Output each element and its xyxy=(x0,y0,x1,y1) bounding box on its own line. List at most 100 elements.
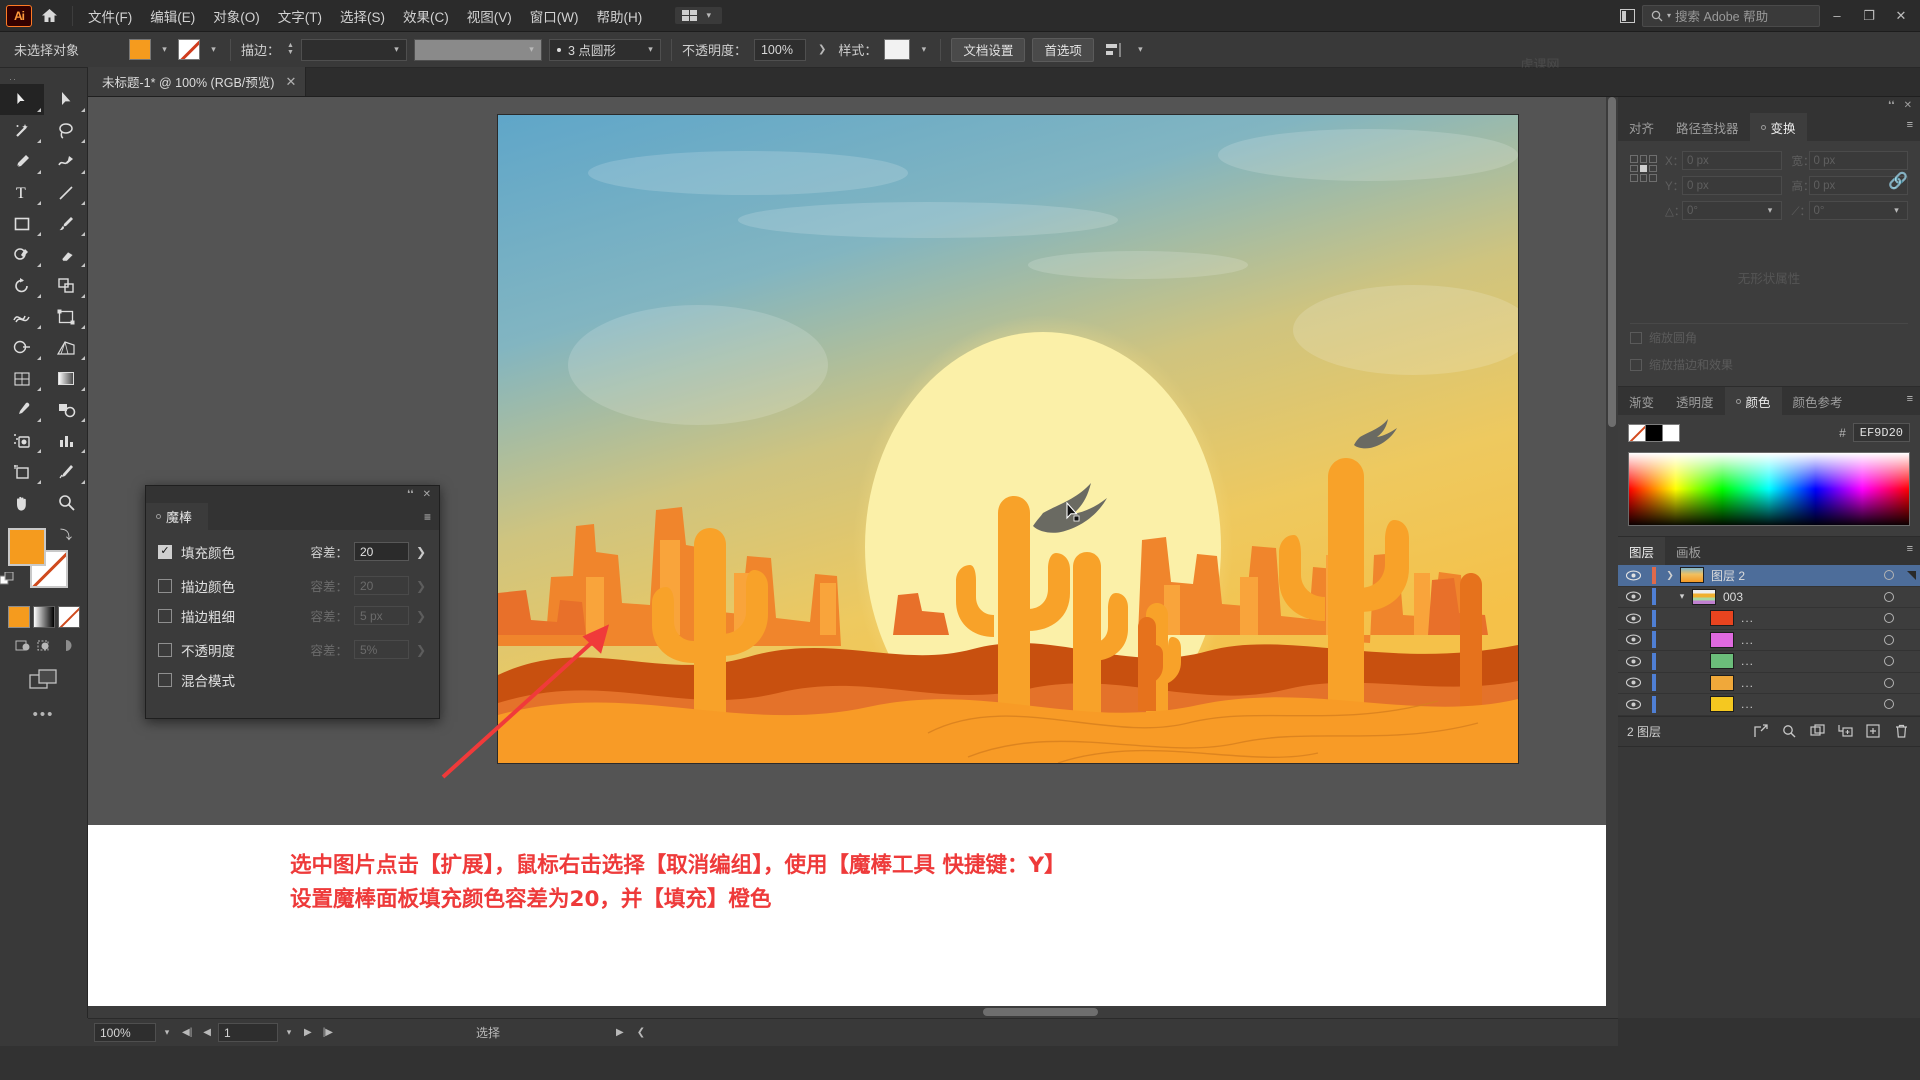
draw-inside-icon[interactable] xyxy=(59,638,73,656)
pen-tool[interactable] xyxy=(0,146,44,177)
rotate-tool[interactable] xyxy=(0,270,44,301)
wand-row-opacity[interactable]: 不透明度 容差： 5% ❯ xyxy=(158,636,427,663)
layer-name[interactable]: ... xyxy=(1741,611,1874,625)
visibility-eye-icon[interactable] xyxy=(1618,613,1648,624)
perspective-grid-tool[interactable] xyxy=(44,332,88,363)
lasso-tool[interactable] xyxy=(44,115,88,146)
visibility-eye-icon[interactable] xyxy=(1618,699,1648,710)
home-icon[interactable] xyxy=(32,0,66,32)
gradient-tool[interactable] xyxy=(44,363,88,394)
scale-corners-row[interactable]: 缩放圆角 xyxy=(1618,324,1920,351)
toolbar-fill-swatch[interactable] xyxy=(8,528,46,566)
scale-tool[interactable] xyxy=(44,270,88,301)
magic-wand-tool[interactable] xyxy=(0,115,44,146)
target-indicator[interactable] xyxy=(1874,656,1904,667)
layer-name[interactable]: ... xyxy=(1741,633,1874,647)
toolbar-drag-handle[interactable]: ·· xyxy=(0,74,87,84)
locate-object-icon[interactable] xyxy=(1748,719,1774,743)
fill-tolerance-flyout-icon[interactable]: ❯ xyxy=(415,545,427,559)
graphic-style-swatch[interactable] xyxy=(884,39,911,60)
tab-transparency[interactable]: 透明度 xyxy=(1665,387,1725,415)
target-indicator[interactable] xyxy=(1874,591,1904,602)
last-artboard-icon[interactable]: |▶ xyxy=(319,1027,337,1038)
transform-rotate-field[interactable]: △： 0° ▾ xyxy=(1665,201,1782,220)
column-graph-tool[interactable] xyxy=(44,425,88,456)
symbol-sprayer-tool[interactable] xyxy=(0,425,44,456)
target-indicator[interactable] xyxy=(1874,613,1904,624)
status-flyout-icon[interactable]: ▶ xyxy=(611,1027,629,1038)
artboard-chevron-down-icon[interactable]: ▾ xyxy=(281,1027,297,1038)
color-mode-button[interactable] xyxy=(7,606,30,628)
wand-row-fill-color[interactable]: ✓ 填充颜色 容差： 20 ❯ xyxy=(158,538,427,565)
draw-normal-icon[interactable] xyxy=(15,638,32,656)
menu-window[interactable]: 窗口(W) xyxy=(521,1,588,31)
none-swatch[interactable] xyxy=(1628,423,1646,442)
menu-view[interactable]: 视图(V) xyxy=(458,1,521,31)
transform-y-field[interactable]: Y： 0 px xyxy=(1665,176,1782,195)
search-layer-icon[interactable] xyxy=(1776,719,1802,743)
collapse-icon[interactable]: ❛❛ xyxy=(1888,100,1894,111)
next-artboard-icon[interactable]: ▶ xyxy=(300,1027,316,1038)
layer-name[interactable]: 图层 2 xyxy=(1711,567,1874,584)
tab-layers[interactable]: 图层 xyxy=(1618,537,1666,565)
draw-behind-icon[interactable] xyxy=(37,638,54,656)
opacity-input[interactable]: 100% xyxy=(753,38,806,61)
corner-style-dropdown[interactable]: 3 点圆形 ▾ xyxy=(548,38,661,61)
curvature-tool[interactable] xyxy=(44,146,88,177)
hand-tool[interactable] xyxy=(0,487,44,518)
tab-align[interactable]: 对齐 xyxy=(1618,113,1665,141)
stroke-weight-dropdown[interactable]: ▾ xyxy=(300,38,407,61)
screen-mode-icon[interactable] xyxy=(0,668,87,692)
fill-color-checkbox[interactable]: ✓ xyxy=(158,544,172,559)
width-tool[interactable] xyxy=(0,301,44,332)
vertical-scrollbar[interactable] xyxy=(1606,97,1618,1018)
visibility-eye-icon[interactable] xyxy=(1618,677,1648,688)
close-icon[interactable]: ✕ xyxy=(1904,100,1912,111)
tab-color-guide[interactable]: 颜色参考 xyxy=(1782,387,1854,415)
scale-strokes-row[interactable]: 缩放描边和效果 xyxy=(1618,351,1920,378)
align-objects-icon[interactable] xyxy=(1101,37,1127,63)
target-indicator[interactable] xyxy=(1874,699,1904,710)
shape-builder-tool[interactable] xyxy=(0,332,44,363)
opacity-checkbox[interactable] xyxy=(158,642,172,657)
stroke-profile-dropdown[interactable]: ▾ xyxy=(413,38,542,61)
menu-object[interactable]: 对象(O) xyxy=(204,1,269,31)
paintbrush-tool[interactable] xyxy=(44,208,88,239)
collapse-icon[interactable]: ❛❛ xyxy=(407,489,413,500)
mesh-tool[interactable] xyxy=(0,363,44,394)
tab-magic-wand[interactable]: 魔棒 xyxy=(146,503,209,530)
document-tab[interactable]: 未标题-1* @ 100% (RGB/预览) ✕ xyxy=(88,67,307,96)
transform-shear-field[interactable]: ⟋： 0° ▾ xyxy=(1792,201,1908,220)
tab-artboards[interactable]: 画板 xyxy=(1665,537,1712,565)
zoom-tool[interactable] xyxy=(44,487,88,518)
menu-effect[interactable]: 效果(C) xyxy=(394,1,458,31)
expand-chevron-right-icon[interactable]: ❯ xyxy=(1660,570,1680,581)
arrange-documents-icon[interactable] xyxy=(1614,3,1640,29)
more-tools-button[interactable]: ••• xyxy=(0,706,87,723)
visibility-eye-icon[interactable] xyxy=(1618,656,1648,667)
wand-row-blend-mode[interactable]: 混合模式 xyxy=(158,666,427,693)
free-transform-tool[interactable] xyxy=(44,301,88,332)
visibility-eye-icon[interactable] xyxy=(1618,570,1648,581)
visibility-eye-icon[interactable] xyxy=(1618,591,1648,602)
stroke-chevron-down-icon[interactable]: ▾ xyxy=(207,44,220,55)
wand-row-stroke-color[interactable]: 描边颜色 容差： 20 ❯ xyxy=(158,572,427,599)
rectangle-tool[interactable] xyxy=(0,208,44,239)
blend-mode-checkbox[interactable] xyxy=(158,672,172,687)
preferences-button[interactable]: 首选项 xyxy=(1032,37,1094,62)
fill-chevron-down-icon[interactable]: ▾ xyxy=(158,44,171,55)
reference-point-selector[interactable] xyxy=(1630,155,1657,182)
panel-menu-icon[interactable]: ≡ xyxy=(1907,394,1913,405)
panel-menu-icon[interactable]: ≡ xyxy=(1907,544,1913,555)
scale-corners-checkbox[interactable] xyxy=(1630,331,1642,344)
visibility-eye-icon[interactable] xyxy=(1618,634,1648,645)
menu-type[interactable]: 文字(T) xyxy=(269,1,331,31)
close-icon[interactable]: ✕ xyxy=(423,489,431,500)
black-swatch[interactable] xyxy=(1646,423,1663,442)
first-artboard-icon[interactable]: ◀| xyxy=(178,1027,196,1038)
swap-fill-stroke-icon[interactable]: ⤵ xyxy=(60,526,72,543)
workspace-switcher[interactable]: ▾ xyxy=(675,7,723,24)
layer-row-sublayer-2[interactable]: ... xyxy=(1618,630,1920,651)
line-segment-tool[interactable] xyxy=(44,177,88,208)
artboard-tool[interactable] xyxy=(0,456,44,487)
